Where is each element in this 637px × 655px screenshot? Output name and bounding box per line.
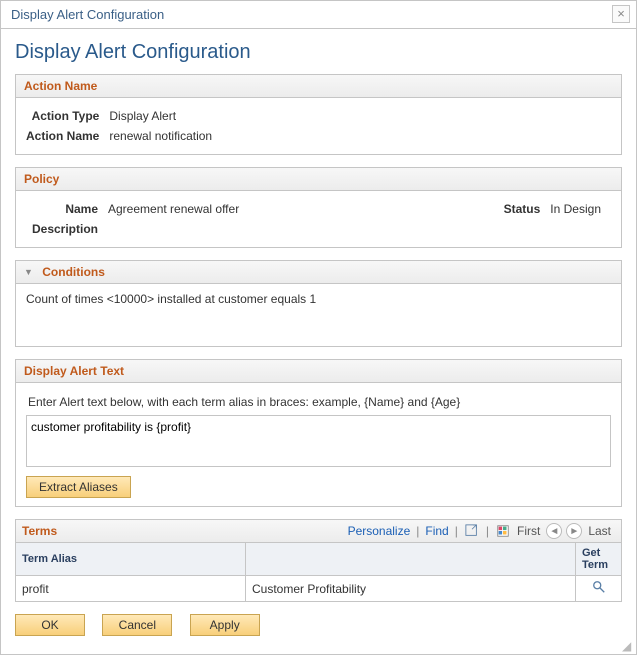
action-name-value: renewal notification (109, 126, 222, 146)
close-icon[interactable]: × (612, 5, 630, 23)
action-name-label: Action Name (26, 126, 109, 146)
lookup-icon[interactable] (592, 580, 606, 594)
policy-desc-value (108, 219, 249, 239)
title-bar: Display Alert Configuration × (1, 1, 636, 29)
policy-desc-label: Description (26, 219, 108, 239)
extract-aliases-button[interactable]: Extract Aliases (26, 476, 131, 498)
terms-grid-header-row: Term Alias Get Term (16, 543, 622, 576)
zoom-icon[interactable] (464, 523, 480, 539)
content-area: Display Alert Configuration Action Name … (1, 29, 636, 654)
table-row: profit Customer Profitability (16, 576, 622, 602)
conditions-heading-text: Conditions (42, 265, 105, 279)
action-type-value: Display Alert (109, 106, 222, 126)
ok-button[interactable]: OK (15, 614, 85, 636)
policy-heading: Policy (16, 168, 621, 191)
alert-text-heading: Display Alert Text (16, 360, 621, 383)
terms-toolbar: Terms Personalize | Find | | First ◄ ► L… (15, 519, 622, 542)
footer-buttons: OK Cancel Apply (15, 614, 622, 636)
action-name-section: Action Name Action Type Display Alert Ac… (15, 74, 622, 155)
find-link[interactable]: Find (425, 524, 448, 538)
policy-status-label: Status (504, 199, 551, 219)
policy-fields-left: Name Agreement renewal offer Description (26, 199, 249, 239)
toolbar-separator: | (416, 524, 419, 538)
cell-term: Customer Profitability (246, 576, 576, 602)
policy-name-label: Name (26, 199, 108, 219)
prev-row-button[interactable]: ◄ (546, 523, 562, 539)
action-name-fields: Action Type Display Alert Action Name re… (26, 106, 222, 146)
conditions-section: Conditions Count of times <10000> instal… (15, 260, 622, 347)
policy-name-value: Agreement renewal offer (108, 199, 249, 219)
resize-handle-icon[interactable]: ◢ (622, 640, 634, 652)
toolbar-separator: | (455, 524, 458, 538)
dialog-window: Display Alert Configuration × Display Al… (0, 0, 637, 655)
action-type-label: Action Type (26, 106, 109, 126)
window-title: Display Alert Configuration (11, 7, 164, 22)
alert-text-input[interactable] (26, 415, 611, 467)
col-get-term: Get Term (576, 543, 622, 576)
policy-section: Policy Name Agreement renewal offer Desc… (15, 167, 622, 248)
alert-text-section: Display Alert Text Enter Alert text belo… (15, 359, 622, 507)
last-label: Last (588, 524, 611, 538)
apply-button[interactable]: Apply (190, 614, 260, 636)
cancel-button[interactable]: Cancel (102, 614, 172, 636)
terms-grid: Term Alias Get Term profit Customer Prof… (15, 542, 622, 602)
first-label: First (517, 524, 540, 538)
conditions-heading[interactable]: Conditions (16, 261, 621, 284)
col-term-alias: Term Alias (16, 543, 246, 576)
toolbar-separator: | (486, 524, 489, 538)
action-name-heading: Action Name (16, 75, 621, 98)
policy-status-value: In Design (550, 199, 611, 219)
terms-heading: Terms (22, 524, 57, 538)
conditions-text: Count of times <10000> installed at cust… (16, 284, 621, 346)
policy-fields-right: Status In Design (504, 199, 611, 219)
page-title: Display Alert Configuration (15, 41, 622, 64)
alert-text-instruction: Enter Alert text below, with each term a… (26, 391, 611, 415)
personalize-link[interactable]: Personalize (348, 524, 411, 538)
next-row-button[interactable]: ► (566, 523, 582, 539)
download-icon[interactable] (495, 523, 511, 539)
col-term (246, 543, 576, 576)
cell-term-alias: profit (16, 576, 246, 602)
